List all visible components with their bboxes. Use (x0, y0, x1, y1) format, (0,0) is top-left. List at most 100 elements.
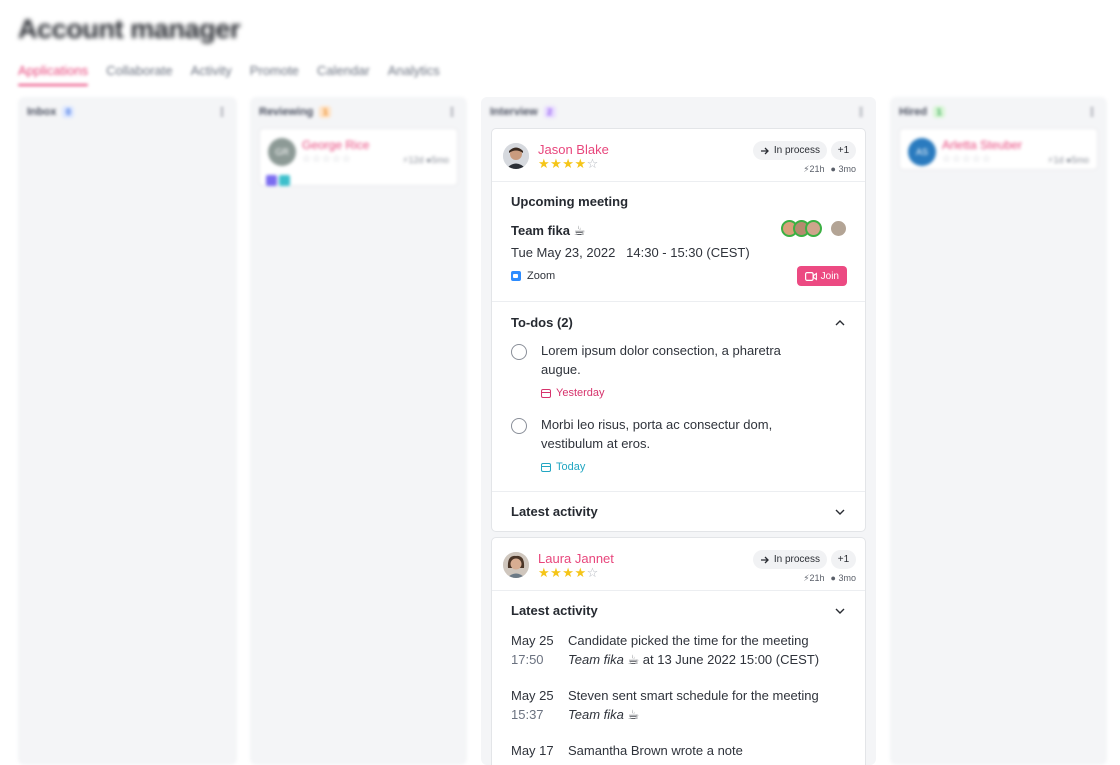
due-label: Today (556, 461, 586, 473)
tab-calendar[interactable]: Calendar (317, 63, 370, 86)
latest-activity-section: Latest activity May 25 17:50 Candidate p… (492, 591, 865, 765)
candidate-card[interactable]: AS Arletta Steuber ☆☆☆☆☆ ⚡1d ●5mo (899, 128, 1098, 170)
activity-date: May 25 (511, 688, 554, 703)
section-heading: Latest activity (511, 504, 598, 519)
activity-item: May 25 15:37 Steven sent smart schedule … (511, 688, 851, 728)
clock-icon: ● 3mo (830, 573, 856, 583)
candidate-card-jason-blake[interactable]: Jason Blake ★★★★☆ In process +1 ⚡21h ● 3… (491, 128, 866, 532)
card-header: Laura Jannet ★★★★☆ In process +1 ⚡21h ● … (492, 538, 865, 591)
rating-stars: ☆☆☆☆☆ (302, 154, 352, 165)
activity-time: 15:37 (511, 707, 544, 722)
section-heading: To-dos (2) (511, 315, 573, 330)
card-meta: ⚡21h ● 3mo (803, 573, 856, 584)
card-meta: ⚡12d ●5mo (402, 155, 449, 165)
todo-text: Lorem ipsum dolor consection, a pharetra… (541, 343, 781, 377)
tab-applications[interactable]: Applications (18, 63, 89, 86)
column-count-badge: 1 (319, 106, 332, 118)
section-heading: Latest activity (511, 603, 598, 618)
candidate-name[interactable]: Arletta Steuber (942, 138, 1022, 152)
tab-promote[interactable]: Promote (250, 63, 299, 86)
meeting-name: Team fika ☕ (568, 652, 640, 667)
calendar-icon (541, 462, 551, 472)
tenure-value: 3mo (838, 164, 856, 174)
status-label: In process (773, 145, 820, 156)
avatar (805, 220, 822, 237)
tenure-value: 3mo (838, 573, 856, 583)
chevron-up-icon[interactable] (834, 317, 846, 329)
candidate-name[interactable]: George Rice (302, 138, 369, 152)
star-icon-empty: ☆ (586, 156, 599, 171)
activity-detail: Team fika ☕ (568, 707, 639, 723)
column-header: Reviewing 1 ⋮ (259, 103, 458, 121)
rating-stars[interactable]: ★★★★☆ (538, 156, 599, 172)
participants (781, 220, 847, 237)
todo-due: Today (541, 461, 585, 473)
avatar (503, 143, 529, 169)
avatar (830, 220, 847, 237)
activity-time: 17:50 (511, 652, 544, 667)
column-count-badge: 1 (933, 106, 946, 118)
arrow-right-icon (760, 556, 769, 563)
column-count-badge: 0 (62, 106, 75, 118)
star-icon-empty: ☆ (586, 565, 599, 580)
meeting-app-label: Zoom (527, 270, 556, 282)
more-vertical-icon[interactable]: ⋮ (446, 106, 458, 118)
more-vertical-icon[interactable]: ⋮ (1086, 106, 1098, 118)
candidate-name[interactable]: Laura Jannet (538, 551, 614, 566)
tag-icon (266, 175, 277, 186)
activity-date: May 25 (511, 633, 554, 648)
card-meta: ⚡1d ●5mo (1047, 155, 1089, 165)
status-dropdown[interactable]: In process (752, 550, 827, 569)
todos-section: To-dos (2) Lorem ipsum dolor consection,… (492, 302, 865, 492)
video-icon (804, 271, 817, 281)
page-title: Account manager (18, 14, 241, 44)
age-value: 21h (809, 573, 825, 583)
column-title: Inbox (27, 106, 57, 118)
calendar-icon (541, 388, 551, 398)
column-title: Reviewing (259, 106, 314, 118)
activity-date: May 17 (511, 743, 554, 758)
activity-item: May 17 Samantha Brown wrote a note (511, 743, 851, 763)
candidate-card[interactable]: GR George Rice ☆☆☆☆☆ ⚡12d ●5mo (259, 128, 458, 186)
due-label: Yesterday (556, 387, 605, 399)
card-meta: ⚡21h ● 3mo (803, 164, 856, 175)
column-header: Hired 1 ⋮ (899, 103, 1098, 121)
candidate-card-laura-jannet[interactable]: Laura Jannet ★★★★☆ In process +1 ⚡21h ● … (491, 537, 866, 765)
column-header: Interview 2 ⋮ (490, 103, 867, 121)
rating-stars[interactable]: ★★★★☆ (538, 565, 599, 581)
meeting-datetime: Tue May 23, 2022 14:30 - 15:30 (CEST) (511, 245, 750, 260)
activity-text: Steven sent smart schedule for the meeti… (568, 688, 819, 703)
latest-activity-section[interactable]: Latest activity (492, 492, 865, 531)
status-label: In process (773, 554, 820, 565)
tab-collaborate[interactable]: Collaborate (106, 63, 173, 86)
tab-analytics[interactable]: Analytics (388, 63, 440, 86)
card-header: Jason Blake ★★★★☆ In process +1 ⚡21h ● 3… (492, 129, 865, 182)
section-heading: Upcoming meeting (511, 194, 629, 209)
column-title: Hired (899, 106, 928, 118)
todo-checkbox[interactable] (511, 418, 527, 434)
todo-checkbox[interactable] (511, 344, 527, 360)
todo-text: Morbi leo risus, porta ac consectur dom,… (541, 417, 773, 451)
column-header: Inbox 0 ⋮ (27, 103, 228, 121)
more-vertical-icon[interactable]: ⋮ (855, 106, 867, 118)
tab-activity[interactable]: Activity (191, 63, 232, 86)
extra-count-badge[interactable]: +1 (831, 141, 856, 160)
tab-bar: Applications Collaborate Activity Promot… (18, 63, 440, 86)
chevron-down-icon[interactable] (834, 506, 846, 518)
join-label: Join (820, 270, 839, 282)
join-button[interactable]: Join (796, 266, 847, 286)
zoom-icon (511, 271, 521, 281)
avatar (503, 552, 529, 578)
meeting-app: Zoom (511, 270, 555, 282)
bolt-icon: ⚡21h (803, 573, 825, 583)
meeting-name: Team fika ☕ (568, 707, 640, 722)
status-dropdown[interactable]: In process (752, 141, 827, 160)
tag-icon (279, 175, 290, 186)
extra-count-badge[interactable]: +1 (831, 550, 856, 569)
more-vertical-icon[interactable]: ⋮ (216, 106, 228, 118)
activity-item: May 25 17:50 Candidate picked the time f… (511, 633, 851, 673)
arrow-right-icon (760, 147, 769, 154)
candidate-name[interactable]: Jason Blake (538, 142, 609, 157)
chevron-down-icon[interactable] (834, 605, 846, 617)
star-icon-filled: ★★★★ (538, 156, 587, 171)
